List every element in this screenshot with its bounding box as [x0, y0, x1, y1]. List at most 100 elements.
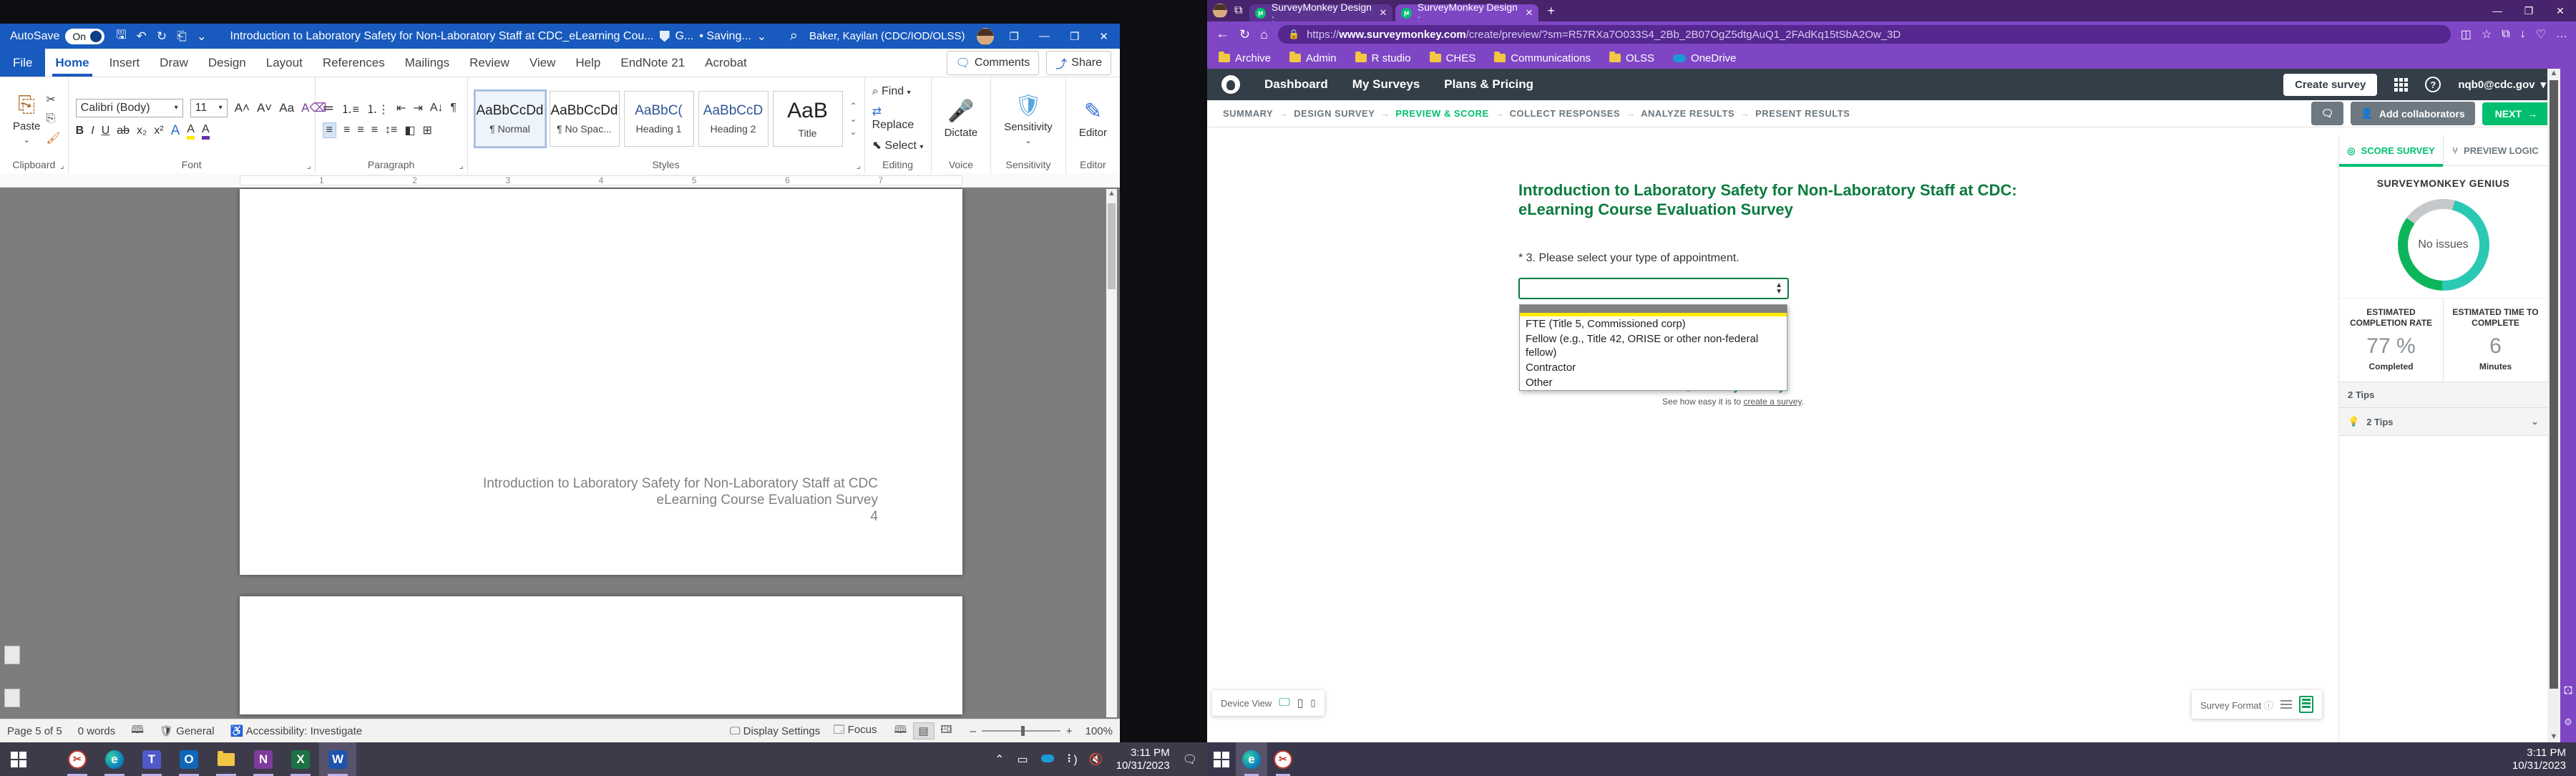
replace-button[interactable]: ⇄ Replace [872, 105, 924, 132]
strikethrough-button[interactable]: ab [117, 125, 130, 137]
multilevel-list-button[interactable]: ⒈⋮ [366, 100, 389, 117]
font-name-combobox[interactable]: Calibri (Body)▾ [76, 99, 183, 117]
back-button[interactable]: ← [1216, 26, 1229, 42]
scroll-thumb[interactable] [1108, 203, 1116, 289]
help-icon[interactable]: ? [2425, 77, 2441, 92]
copy-button[interactable]: ⎘ [46, 112, 60, 125]
outlook-icon[interactable]: O [170, 742, 208, 776]
dropdown-option-blank[interactable] [1520, 305, 1787, 316]
nav-plans-pricing[interactable]: Plans & Pricing [1444, 77, 1533, 92]
browser-essentials-icon[interactable]: ♡ [2536, 27, 2546, 42]
superscript-button[interactable]: x² [154, 125, 163, 137]
undo-button[interactable]: ↶ [137, 29, 147, 44]
document-scrollbar[interactable]: ▲ [1106, 189, 1117, 717]
tab-layout[interactable]: Layout [256, 49, 313, 77]
bookmark-folder-admin[interactable]: Admin [1289, 52, 1337, 64]
sensitivity-badge[interactable]: G... [675, 30, 694, 43]
tab-view[interactable]: View [519, 49, 566, 77]
apps-grid-icon[interactable] [2394, 78, 2408, 92]
page-scrollbar[interactable]: ▲ ▼ [2547, 69, 2560, 742]
format-painter-button[interactable]: 🖌 [46, 131, 60, 145]
paste-button[interactable]: ⎘ Paste ⌄ [7, 83, 46, 155]
bookmark-folder-archive[interactable]: Archive [1219, 52, 1271, 64]
clock[interactable]: 3:11 PM 10/31/2023 [2512, 747, 2566, 772]
window-minimize-button[interactable]: — [2482, 5, 2513, 17]
wifi-icon[interactable]: ⠇) [1067, 752, 1076, 767]
create-survey-button[interactable]: Create survey [2283, 74, 2377, 96]
document-page-5[interactable] [240, 596, 962, 714]
tab-acrobat[interactable]: Acrobat [695, 49, 757, 77]
styles-dialog-launcher[interactable]: ⌟ [857, 160, 861, 170]
onedrive-tray-icon[interactable] [1041, 753, 1054, 766]
paragraph-dialog-launcher[interactable]: ⌟ [459, 160, 464, 170]
classic-format-button[interactable] [2299, 696, 2313, 713]
crumb-collect-responses[interactable]: COLLECT RESPONSES [1504, 108, 1626, 119]
start-button[interactable] [0, 742, 37, 776]
address-bar[interactable]: 🔒 https://www.surveymonkey.com/create/pr… [1278, 25, 2451, 44]
downloads-icon[interactable]: ↓ [2520, 28, 2526, 41]
tablet-view-button[interactable]: ▯ [1297, 696, 1304, 710]
phone-view-button[interactable]: ▯ [1311, 697, 1316, 709]
style-normal[interactable]: AaBbCcDd¶ Normal [475, 91, 545, 147]
window-close-button[interactable]: ✕ [2545, 5, 2576, 17]
find-button[interactable]: ⌕ Find ▾ [872, 85, 924, 98]
shading-button[interactable]: ◧ [404, 123, 415, 137]
volume-muted-icon[interactable]: 🔇 [1089, 752, 1103, 767]
shrink-font-button[interactable]: A˅ [257, 101, 272, 115]
display-settings-button[interactable]: 🖵 Display Settings [730, 725, 820, 737]
dictate-button[interactable]: 🎤 Dictate [939, 83, 984, 155]
battery-icon[interactable]: ▭ [1018, 752, 1028, 767]
settings-menu-icon[interactable]: … [2556, 28, 2567, 41]
search-icon[interactable]: ⌕ [790, 28, 798, 44]
dropdown-option-contractor[interactable]: Contractor [1520, 360, 1787, 375]
tab-score-survey[interactable]: ◎SCORE SURVEY [2339, 136, 2443, 165]
underline-button[interactable]: U [102, 125, 110, 137]
style-no-spacing[interactable]: AaBbCcDd¶ No Spac... [550, 91, 620, 147]
change-case-button[interactable]: Aa [279, 101, 294, 115]
clock[interactable]: 3:11 PM 10/31/2023 [1116, 747, 1170, 772]
tab-home[interactable]: Home [45, 49, 99, 77]
tab-insert[interactable]: Insert [99, 49, 150, 77]
show-marks-button[interactable]: ¶ [451, 102, 457, 115]
proofing-icon[interactable]: 🕮 [131, 722, 144, 740]
font-dialog-launcher[interactable]: ⌟ [307, 160, 311, 170]
scroll-up-arrow[interactable]: ▲ [1106, 189, 1117, 198]
workspaces-icon[interactable]: ⧉ [1234, 4, 1242, 17]
create-a-survey-link[interactable]: create a survey [1743, 397, 1801, 407]
zoom-slider[interactable]: – + [970, 725, 1073, 737]
excel-icon[interactable]: X [282, 742, 319, 776]
surveymonkey-logo[interactable] [1221, 75, 1240, 94]
select-button[interactable]: ⬉ Select ▾ [872, 138, 924, 152]
snipping-tool-icon[interactable]: ✂ [59, 742, 96, 776]
line-spacing-button[interactable]: ↕≡ [385, 124, 397, 137]
next-step-button[interactable]: NEXT→ [2482, 102, 2550, 125]
align-left-button[interactable]: ≡ [323, 122, 336, 138]
teams-icon[interactable]: T [133, 742, 170, 776]
zoom-slider-thumb[interactable] [1021, 726, 1025, 736]
tab-draw[interactable]: Draw [150, 49, 198, 77]
tab-endnote[interactable]: EndNote 21 [610, 49, 695, 77]
redo-button[interactable]: ↻ [157, 29, 167, 44]
bold-button[interactable]: B [76, 125, 84, 137]
tab-file[interactable]: File [0, 49, 45, 77]
tab-design[interactable]: Design [198, 49, 256, 77]
dropdown-option-other[interactable]: Other [1520, 375, 1787, 390]
restore-button[interactable]: ❐ [1065, 30, 1083, 43]
accessibility-status[interactable]: ♿ Accessibility: Investigate [230, 724, 363, 737]
crumb-summary[interactable]: SUMMARY [1217, 108, 1279, 119]
numbering-button[interactable]: ⒈≡ [341, 100, 359, 117]
zoom-out-button[interactable]: – [970, 725, 976, 737]
sidebar-phone-icon[interactable]: 🖸 [2562, 684, 2574, 700]
action-center-icon[interactable]: 🗨 [1183, 752, 1197, 767]
onenote-icon[interactable]: N [245, 742, 282, 776]
focus-button[interactable]: 🗔 Focus [833, 722, 877, 740]
style-heading2[interactable]: AaBbCcDHeading 2 [698, 91, 769, 147]
collections-icon[interactable]: ⧉ [2502, 28, 2509, 41]
word-taskbar-icon[interactable]: W [319, 742, 356, 776]
align-right-button[interactable]: ≡ [357, 124, 364, 137]
desktop-view-button[interactable]: 🖵 [1279, 697, 1289, 709]
justify-button[interactable]: ≡ [371, 124, 378, 137]
home-button[interactable]: ⌂ [1260, 27, 1268, 42]
minimize-button[interactable]: — [1035, 30, 1054, 42]
page-indicator[interactable]: Page 5 of 5 [7, 725, 62, 737]
